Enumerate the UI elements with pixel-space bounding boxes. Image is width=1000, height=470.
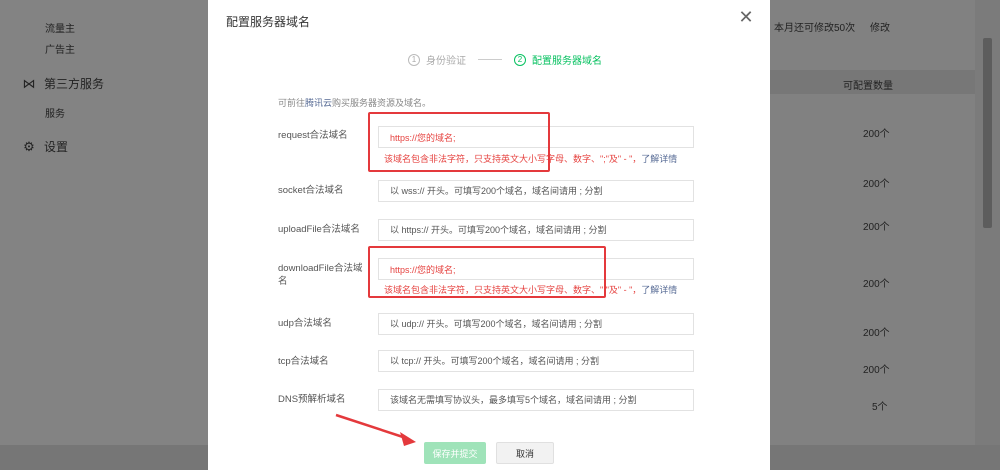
- intro-prefix: 可前往: [278, 98, 306, 108]
- upload-file-domain-input[interactable]: [378, 219, 694, 241]
- annotation-arrow: [335, 413, 416, 446]
- learn-more-link[interactable]: 了解详情: [641, 285, 677, 295]
- download-file-domain-label: downloadFile合法域名: [278, 263, 363, 287]
- upload-file-domain-label: uploadFile合法域名: [278, 224, 360, 235]
- sidebar-item-service[interactable]: 服务: [45, 105, 65, 120]
- count-cell: 200个: [863, 129, 890, 140]
- udp-domain-label: udp合法域名: [278, 318, 332, 329]
- close-icon[interactable]: ✕: [738, 8, 754, 26]
- tcp-domain-input[interactable]: [378, 350, 694, 372]
- gear-icon: ⚙: [23, 138, 35, 154]
- annotation-arrow-holder: [538, 410, 539, 411]
- third-party-icon: ⋈: [22, 75, 36, 91]
- column-header-count: 可配置数量: [843, 81, 893, 92]
- dns-prefetch-domain-label: DNS预解析域名: [278, 394, 346, 405]
- step-2-number: 2: [514, 53, 526, 66]
- count-cell: 200个: [863, 279, 890, 290]
- learn-more-link[interactable]: 了解详情: [641, 154, 677, 164]
- socket-domain-input[interactable]: [378, 180, 694, 202]
- step-indicator: 1 身份验证 2 配置服务器域名: [408, 52, 602, 67]
- step-2-label: 配置服务器域名: [532, 56, 602, 67]
- sidebar-item-traffic-owner[interactable]: 流量主: [45, 20, 75, 35]
- intro-suffix: 购买服务器资源及域名。: [332, 98, 432, 108]
- intro-text: 可前往腾讯云购买服务器资源及域名。: [278, 96, 431, 109]
- background-sidebar: 流量主 广告主 ⋈ 第三方服务 服务 ⚙ 设置: [0, 0, 220, 470]
- background-domain-table: 本月还可修改50次 修改 可配置数量 200个 200个 200个 200个 2…: [770, 0, 975, 470]
- tencent-cloud-link[interactable]: 腾讯云: [305, 98, 332, 108]
- udp-domain-input[interactable]: [378, 313, 694, 335]
- modify-button[interactable]: 修改: [870, 19, 890, 34]
- count-cell: 200个: [863, 179, 890, 190]
- count-cell: 5个: [872, 402, 888, 413]
- sidebar-group-third-party[interactable]: ⋈ 第三方服务: [22, 75, 105, 92]
- save-submit-button[interactable]: 保存并提交: [424, 442, 486, 464]
- highlight-box-request: [368, 112, 550, 172]
- step-1-label: 身份验证: [426, 56, 466, 67]
- scrollbar-thumb[interactable]: [983, 38, 992, 228]
- dns-prefetch-domain-input[interactable]: [378, 389, 694, 411]
- configure-domain-dialog: 配置服务器域名 ✕ 1 身份验证 2 配置服务器域名 可前往腾讯云购买服务器资源…: [208, 0, 770, 470]
- tcp-domain-label: tcp合法域名: [278, 356, 329, 367]
- page-scrollbar[interactable]: [975, 0, 1000, 470]
- count-cell: 200个: [863, 328, 890, 339]
- cancel-button[interactable]: 取消: [496, 442, 554, 464]
- quota-note: 本月还可修改50次: [774, 23, 856, 34]
- sidebar-item-advertiser[interactable]: 广告主: [45, 41, 75, 56]
- dialog-title: 配置服务器域名: [226, 15, 311, 29]
- step-1-number: 1: [408, 53, 420, 66]
- request-domain-label: request合法域名: [278, 130, 348, 141]
- highlight-box-download: [368, 246, 606, 298]
- sidebar-group-label: 第三方服务: [44, 77, 105, 91]
- sidebar-item-settings[interactable]: ⚙ 设置: [22, 138, 68, 155]
- step-connector: [478, 59, 502, 60]
- socket-domain-label: socket合法域名: [278, 185, 344, 196]
- count-cell: 200个: [863, 365, 890, 376]
- count-cell: 200个: [863, 222, 890, 233]
- sidebar-settings-label: 设置: [44, 140, 69, 154]
